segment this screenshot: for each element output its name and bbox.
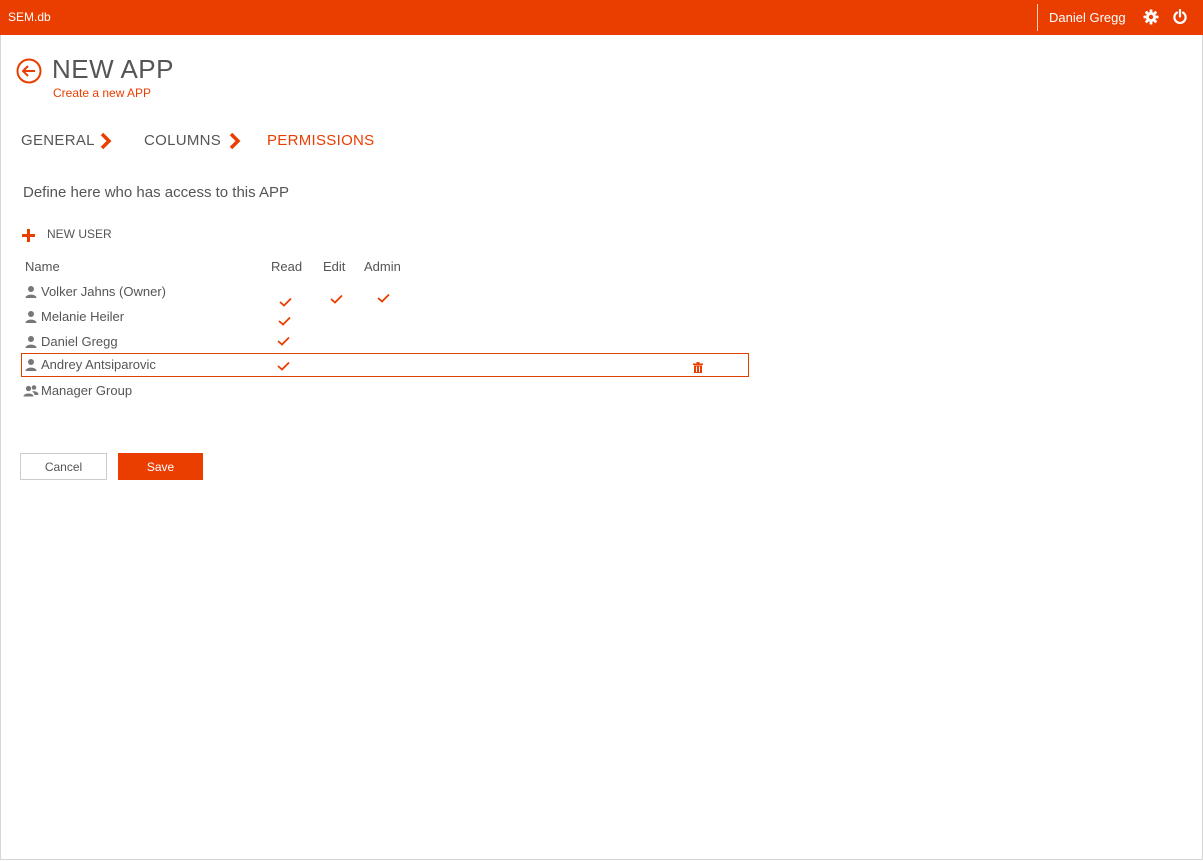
table-row[interactable]: Daniel Gregg	[21, 330, 749, 354]
user-icon	[24, 358, 38, 372]
user-icon	[24, 335, 38, 349]
row-name: Melanie Heiler	[41, 309, 125, 324]
gear-icon[interactable]	[1142, 8, 1160, 26]
page-subtitle: Create a new APP	[53, 86, 152, 100]
table-row[interactable]: Melanie Heiler	[21, 305, 749, 329]
current-user-name[interactable]: Daniel Gregg	[1049, 10, 1126, 25]
column-header-edit: Edit	[323, 259, 346, 274]
step-general[interactable]: GENERAL	[21, 132, 95, 149]
table-row[interactable]: Volker Jahns (Owner)	[21, 280, 749, 307]
row-name: Daniel Gregg	[41, 334, 118, 349]
column-header-name: Name	[25, 259, 60, 274]
save-button[interactable]: Save	[118, 453, 203, 480]
edit-check-icon[interactable]	[330, 291, 343, 304]
step-columns[interactable]: COLUMNS	[144, 132, 221, 149]
window-frame	[0, 0, 1203, 860]
app-name[interactable]: SEM.db	[8, 10, 51, 24]
column-header-read: Read	[271, 259, 303, 274]
plus-icon	[22, 229, 35, 242]
column-header-admin: Admin	[364, 259, 401, 274]
admin-check-icon[interactable]	[377, 290, 390, 303]
row-name: Volker Jahns (Owner)	[41, 284, 166, 299]
row-name: Andrey Antsiparovic	[41, 357, 156, 372]
user-icon	[24, 285, 38, 299]
step-permissions[interactable]: PERMISSIONS	[267, 132, 375, 149]
read-check-icon[interactable]	[277, 333, 290, 346]
read-check-icon[interactable]	[278, 313, 291, 326]
read-check-icon[interactable]	[279, 294, 292, 307]
trash-icon[interactable]	[693, 360, 703, 373]
new-user-label: NEW USER	[47, 227, 112, 241]
read-check-icon[interactable]	[277, 358, 290, 371]
table-row-selected[interactable]: Andrey Antsiparovic	[21, 353, 749, 377]
top-bar: SEM.db Daniel Gregg	[0, 0, 1203, 35]
power-icon[interactable]	[1171, 8, 1189, 26]
chevron-right-icon	[228, 132, 242, 150]
group-icon	[23, 384, 39, 398]
page-title: NEW APP	[52, 54, 174, 84]
chevron-right-icon	[99, 132, 113, 150]
user-icon	[24, 310, 38, 324]
row-name: Manager Group	[41, 383, 133, 398]
table-row[interactable]: Manager Group	[21, 379, 749, 403]
permissions-intro: Define here who has access to this APP	[23, 184, 289, 201]
topbar-divider	[1037, 4, 1038, 31]
cancel-button[interactable]: Cancel	[20, 453, 107, 480]
back-arrow-icon[interactable]	[16, 58, 42, 84]
